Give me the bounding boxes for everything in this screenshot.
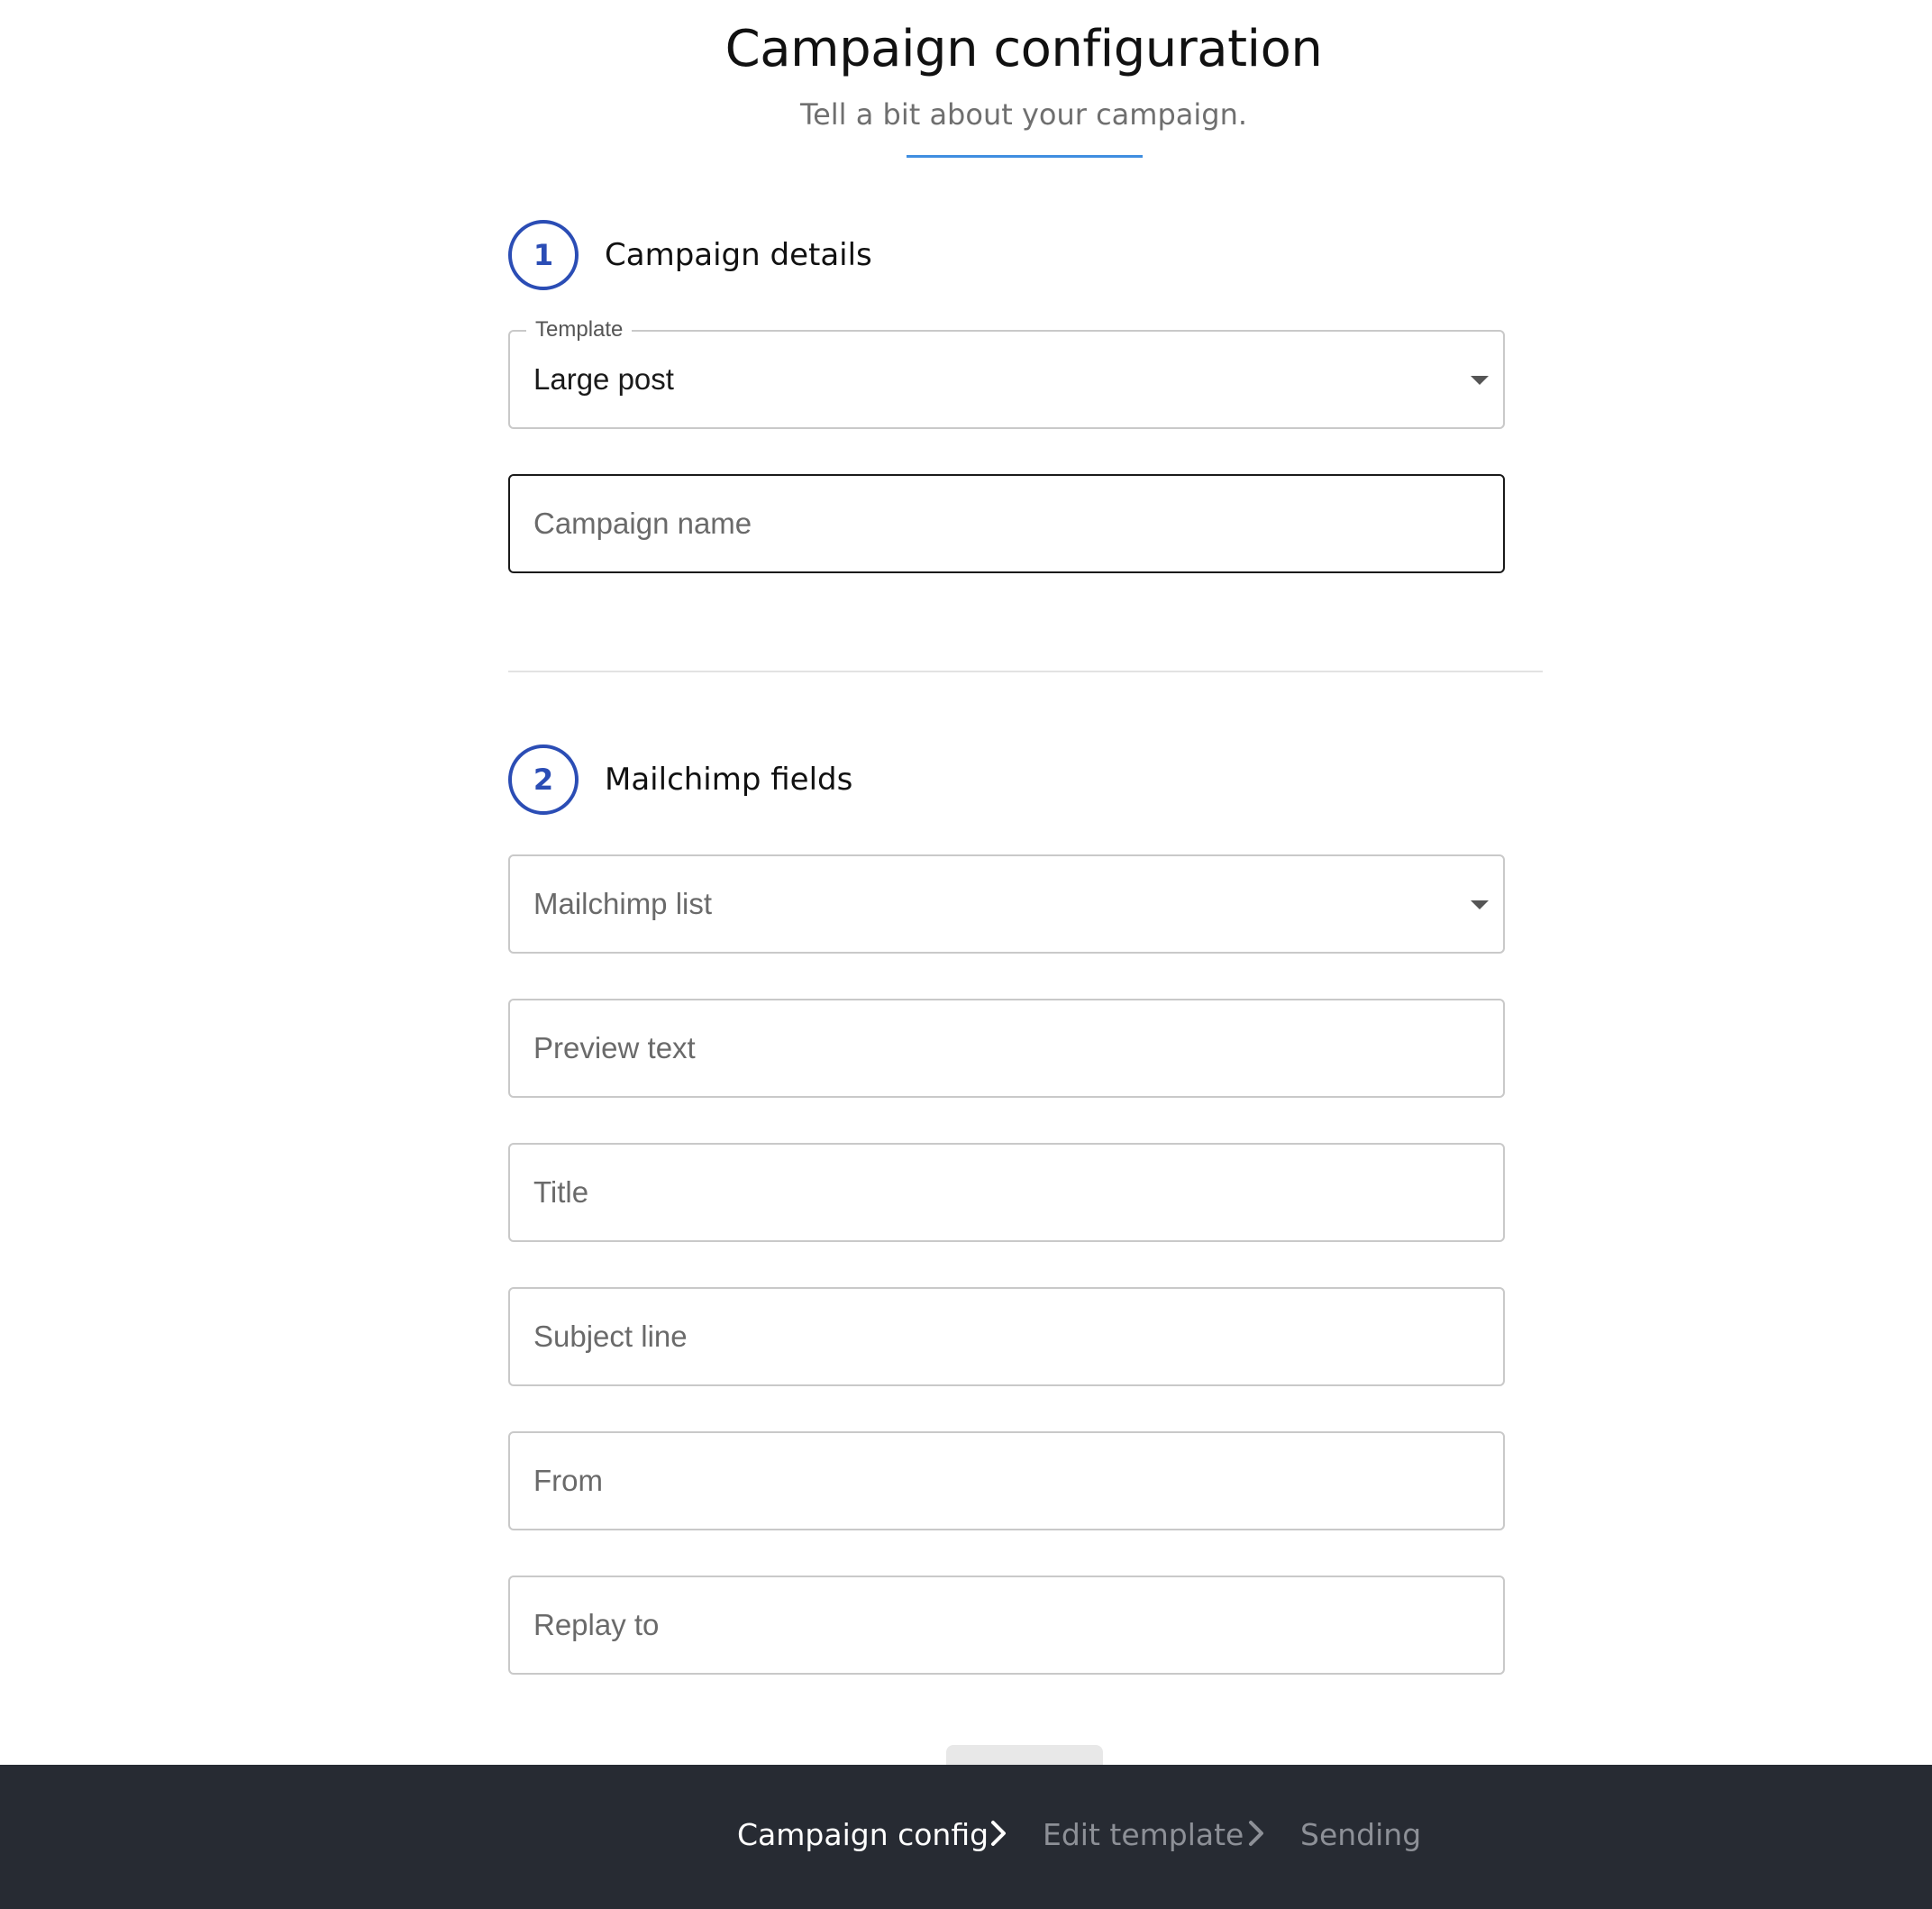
template-select[interactable]: Template Large post: [508, 317, 1505, 429]
submit-button-stub[interactable]: [946, 1745, 1103, 1765]
subject-line-field[interactable]: [508, 1287, 1505, 1386]
caret-down-icon: [1471, 376, 1489, 385]
campaign-name-field[interactable]: [508, 474, 1505, 573]
reply-to-field[interactable]: [508, 1576, 1505, 1675]
reply-to-input[interactable]: [533, 1577, 1471, 1673]
chevron-right-icon: [1249, 1821, 1263, 1846]
section-divider: [508, 671, 1543, 672]
page-subtitle: Tell a bit about your campaign.: [799, 97, 1248, 132]
campaign-config-page: Campaign configuration Tell a bit about …: [0, 0, 1932, 1909]
step-sending[interactable]: Sending: [1300, 1817, 1421, 1852]
step-edit-template[interactable]: Edit template: [1043, 1817, 1244, 1852]
page-title: Campaign configuration: [724, 20, 1323, 78]
template-selected-value: Large post: [533, 362, 674, 396]
campaign-name-input[interactable]: [533, 476, 1471, 571]
chevron-right-icon: [991, 1821, 1006, 1846]
title-underline: [907, 155, 1143, 158]
step-campaign-config[interactable]: Campaign config: [737, 1817, 989, 1852]
title-input[interactable]: [533, 1145, 1471, 1240]
step-number-badge: 2: [508, 744, 579, 815]
mailchimp-list-placeholder: Mailchimp list: [533, 887, 713, 920]
section-title-mailchimp-fields: Mailchimp fields: [605, 762, 853, 798]
mailchimp-list-select[interactable]: Mailchimp list: [508, 854, 1505, 954]
step-number-badge: 1: [508, 220, 579, 290]
section-title-campaign-details: Campaign details: [605, 237, 872, 273]
preview-text-input[interactable]: [533, 1000, 1471, 1096]
title-field[interactable]: [508, 1143, 1505, 1242]
caret-down-icon: [1471, 900, 1489, 909]
footer-stepper: Campaign config Edit template Sending: [0, 1765, 1932, 1909]
from-input[interactable]: [533, 1433, 1471, 1529]
subject-line-input[interactable]: [533, 1289, 1471, 1384]
preview-text-field[interactable]: [508, 999, 1505, 1098]
from-field[interactable]: [508, 1431, 1505, 1530]
